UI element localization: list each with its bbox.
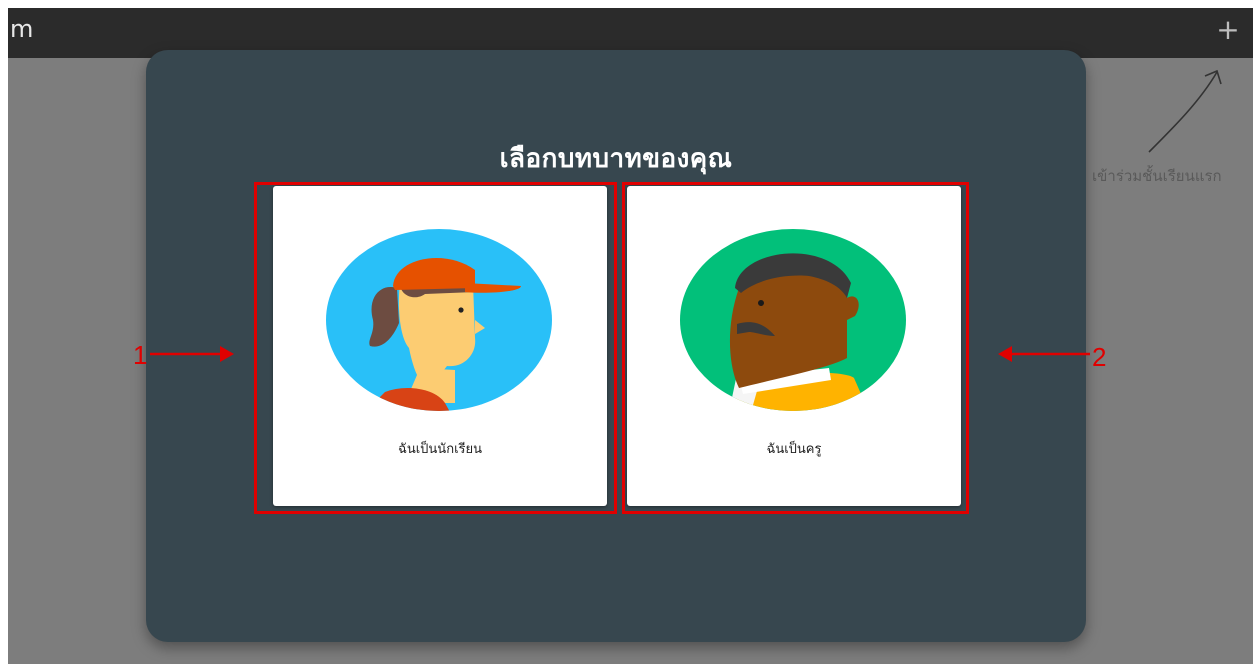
app-title: m [10,15,34,43]
plus-icon: + [1216,13,1240,46]
curved-arrow-icon [1148,69,1222,153]
right-arrow-icon [150,346,234,362]
add-class-button[interactable]: + [1211,14,1245,48]
join-first-class-hint: เข้าร่วมชั้นเรียนแรก [1092,167,1222,185]
annotation-highlight-student [254,182,617,514]
annotation-marker-2: 2 [1092,342,1107,372]
dialog-title: เลือกบทบาทของคุณ [499,144,733,174]
annotation-highlight-teacher [622,182,969,514]
left-arrow-icon [998,346,1090,362]
annotation-marker-1: 1 [133,340,148,370]
